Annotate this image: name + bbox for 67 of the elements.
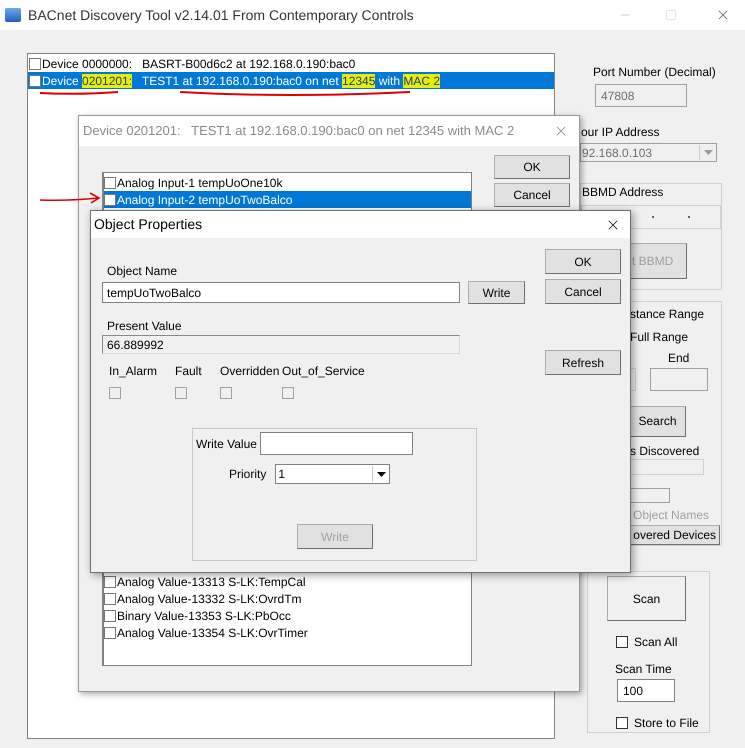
end-field[interactable] (650, 368, 708, 391)
ok-button[interactable]: OK (545, 249, 621, 274)
checkbox[interactable] (104, 576, 116, 588)
object-row[interactable]: Binary Value-13353 S-LK:PbOcc (104, 607, 471, 624)
checkbox[interactable] (616, 717, 628, 729)
port-field[interactable]: 47808 (595, 84, 687, 107)
flag-label: In_Alarm (109, 363, 158, 380)
full-range-label: Full Range (630, 329, 690, 346)
ip-combobox[interactable]: 92.168.0.103 (580, 143, 717, 162)
flag-label: Out_of_Service (282, 363, 366, 380)
instance-range-label: stance Range (630, 306, 706, 323)
scan-all-label: Scan All (634, 634, 678, 651)
cancel-button[interactable]: Cancel (494, 183, 570, 207)
ok-button[interactable]: OK (494, 155, 570, 179)
checkbox[interactable] (616, 636, 628, 648)
object-row[interactable]: Analog Value-13313 S-LK:TempCal (104, 573, 471, 590)
refresh-button[interactable]: Refresh (545, 350, 621, 375)
scan-time-field[interactable]: 100 (617, 679, 675, 702)
search-button[interactable]: Search (630, 406, 686, 437)
hand-drawn-arrow (38, 191, 102, 205)
object-label: Analog Input-2 tempUoTwoBalco (117, 192, 292, 208)
object-names-label: Object Names (633, 507, 710, 524)
device-label: Device 0000000: BASRT-B00d6c2 at 192.168.0.190:bac0 (42, 56, 356, 72)
ip-label: our IP Address (581, 124, 660, 141)
checkbox[interactable] (104, 610, 116, 622)
object-label: Analog Value-13313 S-LK:TempCal (117, 574, 306, 590)
object-row[interactable]: Analog Input-2 tempUoTwoBalco (104, 191, 471, 208)
bbmd-label: BBMD Address (582, 184, 664, 201)
discovered-devices-button[interactable]: overed Devices (630, 525, 720, 545)
device-label: Device 0201201: TEST1 at 192.168.0.190:bac0 on net 12345 with MAC 2 (42, 72, 440, 90)
window-title: BACnet Discovery Tool v2.14.01 From Contemporary Controls (28, 6, 414, 25)
port-label: Port Number (Decimal) (593, 64, 717, 81)
scan-time-label: Scan Time (615, 661, 673, 678)
dialog-title: Object Properties (94, 215, 202, 234)
object-row[interactable]: Analog Value-13354 S-LK:OvrTimer (104, 624, 471, 641)
object-name-field[interactable]: tempUoTwoBalco (102, 282, 460, 303)
device-row[interactable]: Device 0000000: BASRT-B00d6c2 at 192.168.0.190:bac0 (28, 55, 554, 72)
object-row[interactable]: Analog Value-13332 S-LK:OvrdTm (104, 590, 471, 607)
priority-label: Priority (229, 466, 266, 483)
object-row[interactable]: Analog Input-1 tempUoOne10k (104, 174, 471, 191)
priority-select[interactable]: 1 (275, 464, 390, 484)
checkbox[interactable] (104, 176, 116, 188)
present-value-label: Present Value (107, 318, 182, 335)
store-to-file-label: Store to File (634, 715, 699, 732)
dropdown-arrow-icon[interactable] (376, 472, 386, 476)
checkbox[interactable] (29, 74, 41, 86)
checkbox[interactable] (104, 194, 116, 206)
checkbox[interactable] (29, 58, 41, 70)
object-label: Analog Value-13332 S-LK:OvrdTm (117, 590, 302, 608)
scan-button[interactable]: Scan (607, 576, 686, 621)
write-value-label: Write Value (196, 436, 257, 452)
object-label: Binary Value-13353 S-LK:PbOcc (117, 608, 291, 624)
dialog-title: Device 0201201: TEST1 at 192.168.0.190:bac0 on net 12345 with MAC 2 (83, 122, 514, 140)
cancel-button[interactable]: Cancel (545, 279, 621, 304)
flag-label: Overridden (220, 363, 280, 380)
device-row[interactable]: Device 0201201: TEST1 at 192.168.0.190:bac0 on net 12345 with MAC 2 (28, 72, 554, 89)
object-label: Analog Value-13354 S-LK:OvrTimer (117, 624, 308, 642)
present-value-field: 66.889992 (102, 335, 460, 354)
checkbox[interactable] (104, 626, 116, 638)
write-value-field[interactable] (260, 432, 413, 455)
object-label: Analog Input-1 tempUoOne10k (117, 174, 282, 192)
write-button[interactable]: Write (468, 281, 525, 304)
flag-label: Fault (175, 363, 203, 380)
object-name-label: Object Name (107, 263, 178, 280)
end-label: End (668, 350, 690, 367)
checkbox[interactable] (104, 592, 116, 604)
app-icon (5, 8, 21, 22)
